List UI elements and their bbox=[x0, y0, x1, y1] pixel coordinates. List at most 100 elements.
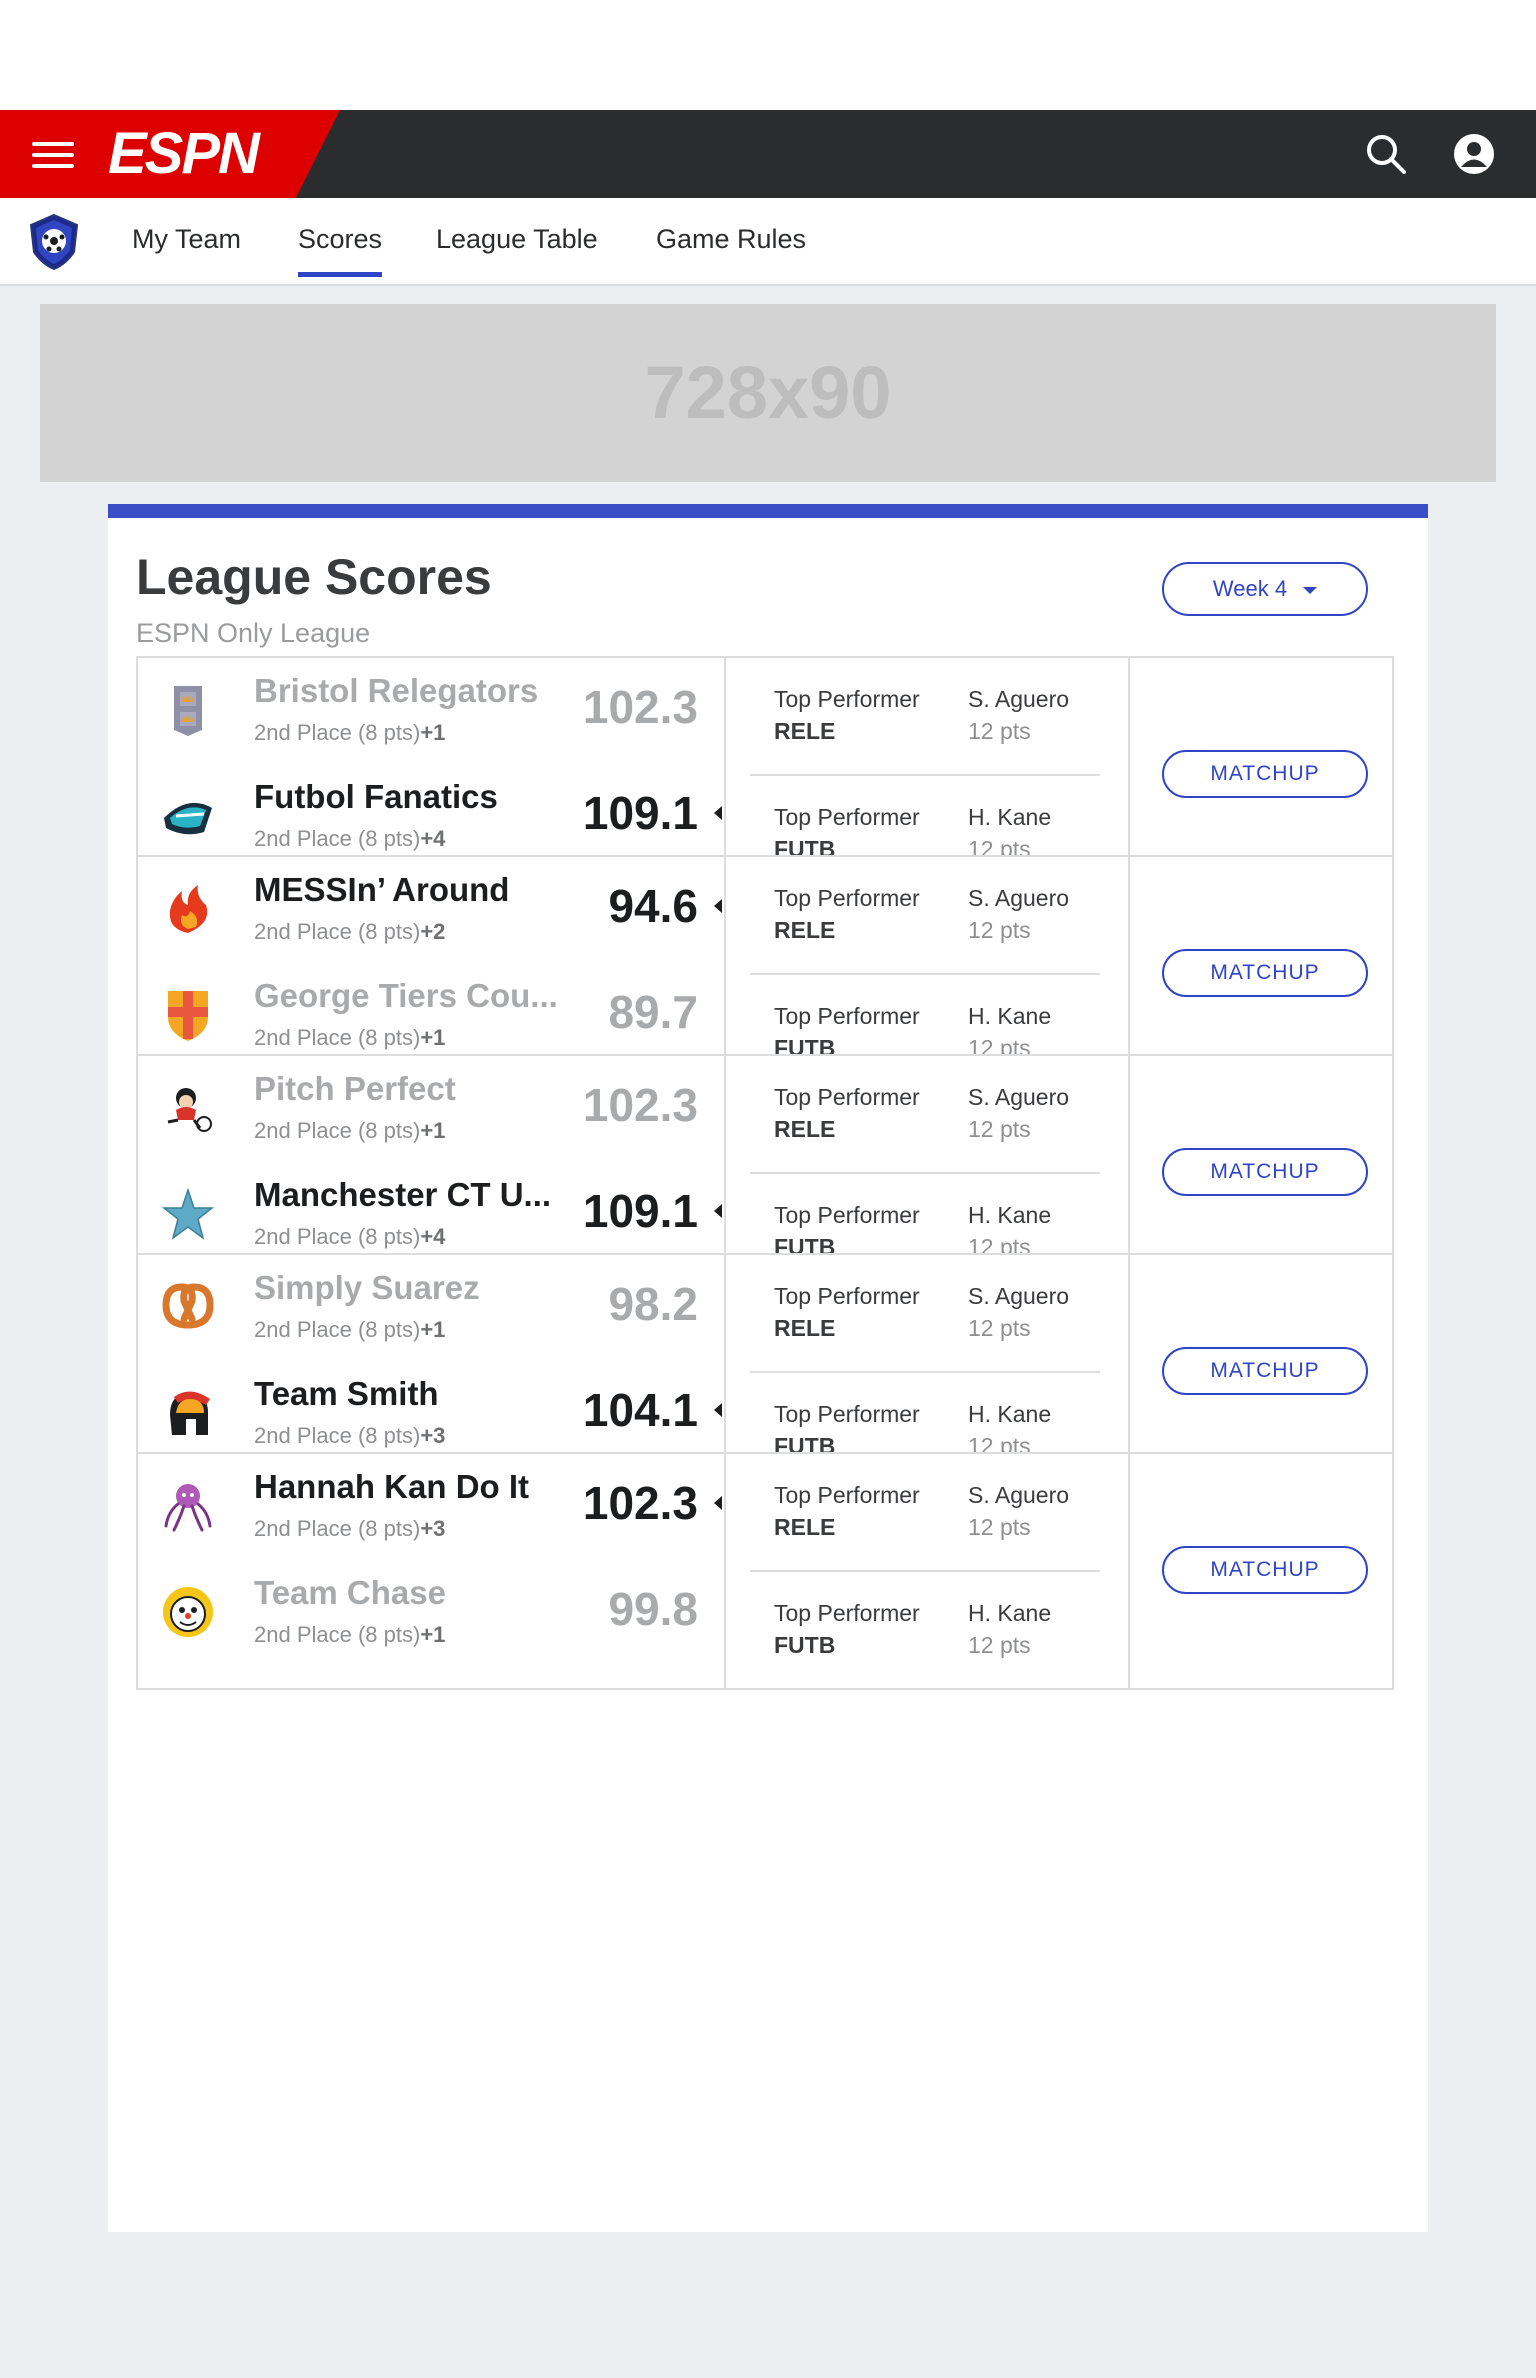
team-row[interactable]: Hannah Kan Do It 2nd Place (8 pts)+3 102… bbox=[138, 1454, 724, 1554]
week-selector[interactable]: Week 4 bbox=[1162, 562, 1368, 616]
shark-icon bbox=[160, 788, 216, 844]
winner-arrow-icon bbox=[714, 1496, 722, 1510]
tab-scores[interactable]: Scores bbox=[298, 224, 383, 277]
matchup-button[interactable]: MATCHUP bbox=[1162, 1546, 1368, 1594]
top-performer-label: Top Performer bbox=[774, 804, 920, 830]
cross-shield-icon bbox=[160, 987, 216, 1043]
team-delta: +1 bbox=[420, 1118, 446, 1143]
user-profile-icon[interactable] bbox=[1452, 132, 1496, 176]
star-icon bbox=[160, 1186, 216, 1242]
team-record: 2nd Place (8 pts)+1 bbox=[254, 720, 445, 746]
team-record: 2nd Place (8 pts)+3 bbox=[254, 1516, 445, 1542]
matchup-button[interactable]: MATCHUP bbox=[1162, 1148, 1368, 1196]
top-performer-team: RELE bbox=[774, 718, 836, 744]
team-record: 2nd Place (8 pts)+3 bbox=[254, 1423, 445, 1449]
team-name: MESSIn’ Around bbox=[254, 871, 510, 908]
top-performer-player[interactable]: H. Kane bbox=[968, 1202, 1051, 1229]
team-row[interactable]: MESSIn’ Around 2nd Place (8 pts)+2 94.6 bbox=[138, 857, 724, 957]
team-name: Team Chase bbox=[254, 1574, 446, 1611]
team-standing: 2nd Place (8 pts) bbox=[254, 1317, 421, 1342]
spartan-helmet-icon bbox=[160, 1385, 216, 1441]
tab-league-table[interactable]: League Table bbox=[436, 224, 598, 255]
team-score: 109.1 bbox=[582, 1185, 698, 1237]
top-performer-team: RELE bbox=[774, 1315, 836, 1341]
octopus-icon bbox=[160, 1478, 216, 1534]
tab-game-rules[interactable]: Game Rules bbox=[656, 224, 806, 255]
team-delta: +2 bbox=[420, 919, 446, 944]
winner-arrow-icon bbox=[714, 1403, 722, 1417]
cartoon-player-icon bbox=[160, 1080, 216, 1136]
team-delta: +1 bbox=[420, 1317, 446, 1342]
caret-down-icon bbox=[1303, 586, 1318, 594]
top-performer-player[interactable]: S. Aguero bbox=[968, 1084, 1069, 1111]
team-row[interactable]: Bristol Relegators 2nd Place (8 pts)+1 1… bbox=[138, 658, 724, 758]
week-label: Week 4 bbox=[1212, 576, 1288, 601]
team-standing: 2nd Place (8 pts) bbox=[254, 1423, 421, 1448]
team-name: Pitch Perfect bbox=[254, 1070, 456, 1107]
team-standing: 2nd Place (8 pts) bbox=[254, 720, 421, 745]
team-row[interactable]: Futbol Fanatics 2nd Place (8 pts)+4 109.… bbox=[138, 764, 724, 864]
team-score: 102.3 bbox=[582, 681, 698, 733]
league-subnav: My Team Scores League Table Game Rules bbox=[0, 198, 1536, 286]
team-score: 94.6 bbox=[608, 880, 698, 932]
team-name: Manchester CT U... bbox=[254, 1176, 552, 1213]
team-score: 99.8 bbox=[608, 1583, 698, 1635]
top-performer-label: Top Performer bbox=[774, 1202, 920, 1228]
top-performer-team: RELE bbox=[774, 1116, 836, 1142]
team-delta: +3 bbox=[420, 1423, 446, 1448]
team-row[interactable]: Pitch Perfect 2nd Place (8 pts)+1 102.3 bbox=[138, 1056, 724, 1156]
top-performer-label: Top Performer bbox=[774, 1084, 920, 1110]
team-row[interactable]: George Tiers Cou... 2nd Place (8 pts)+1 … bbox=[138, 963, 724, 1063]
top-performer: Top Performer RELE S. Aguero 12 pts bbox=[726, 658, 1128, 776]
team-record: 2nd Place (8 pts)+1 bbox=[254, 1317, 445, 1343]
team-score: 98.2 bbox=[608, 1278, 698, 1330]
team-delta: +1 bbox=[420, 1622, 446, 1647]
team-standing: 2nd Place (8 pts) bbox=[254, 826, 421, 851]
clown-face-icon bbox=[160, 1584, 216, 1640]
tab-my-team[interactable]: My Team bbox=[132, 224, 241, 255]
top-performer-team: RELE bbox=[774, 1514, 836, 1540]
hamburger-menu-icon[interactable] bbox=[32, 140, 74, 170]
top-performer-label: Top Performer bbox=[774, 885, 920, 911]
team-delta: +1 bbox=[420, 1025, 446, 1050]
top-performer-player[interactable]: S. Aguero bbox=[968, 885, 1069, 912]
top-performer-points: 12 pts bbox=[968, 1514, 1031, 1540]
matchup-button[interactable]: MATCHUP bbox=[1162, 949, 1368, 997]
matchup-card: Hannah Kan Do It 2nd Place (8 pts)+3 102… bbox=[136, 1452, 1394, 1690]
matchup-button[interactable]: MATCHUP bbox=[1162, 1347, 1368, 1395]
top-performer-player[interactable]: S. Aguero bbox=[968, 1283, 1069, 1310]
top-performer-player[interactable]: H. Kane bbox=[968, 1600, 1051, 1627]
top-performer-player[interactable]: S. Aguero bbox=[968, 686, 1069, 713]
team-standing: 2nd Place (8 pts) bbox=[254, 1622, 421, 1647]
top-performer-label: Top Performer bbox=[774, 1003, 920, 1029]
top-performer: Top Performer RELE S. Aguero 12 pts bbox=[726, 1454, 1128, 1572]
matchup-button[interactable]: MATCHUP bbox=[1162, 750, 1368, 798]
team-row[interactable]: Team Smith 2nd Place (8 pts)+3 104.1 bbox=[138, 1361, 724, 1461]
top-performer-player[interactable]: H. Kane bbox=[968, 804, 1051, 831]
top-performer: Top Performer FUTB H. Kane 12 pts bbox=[726, 1572, 1128, 1689]
team-record: 2nd Place (8 pts)+4 bbox=[254, 826, 445, 852]
team-standing: 2nd Place (8 pts) bbox=[254, 1516, 421, 1541]
team-standing: 2nd Place (8 pts) bbox=[254, 919, 421, 944]
pretzel-icon bbox=[160, 1279, 216, 1335]
top-performer-points: 12 pts bbox=[968, 1315, 1031, 1341]
winner-arrow-icon bbox=[714, 806, 722, 820]
search-icon[interactable] bbox=[1364, 132, 1408, 176]
team-name: Bristol Relegators bbox=[254, 672, 539, 709]
top-performer-player[interactable]: H. Kane bbox=[968, 1401, 1051, 1428]
team-row[interactable]: Simply Suarez 2nd Place (8 pts)+1 98.2 bbox=[138, 1255, 724, 1355]
top-performer-team: RELE bbox=[774, 917, 836, 943]
team-score: 109.1 bbox=[582, 787, 698, 839]
top-performer-player[interactable]: H. Kane bbox=[968, 1003, 1051, 1030]
team-row[interactable]: Team Chase 2nd Place (8 pts)+1 99.8 bbox=[138, 1560, 724, 1660]
top-performer: Top Performer RELE S. Aguero 12 pts bbox=[726, 857, 1128, 975]
winner-arrow-icon bbox=[714, 1204, 722, 1218]
team-row[interactable]: Manchester CT U... 2nd Place (8 pts)+4 1… bbox=[138, 1162, 724, 1262]
castle-shield-icon bbox=[160, 682, 216, 738]
top-performer-label: Top Performer bbox=[774, 1600, 920, 1626]
league-scores-panel: League Scores ESPN Only League Week 4 Br… bbox=[108, 504, 1428, 2232]
espn-logo[interactable]: ESPN bbox=[108, 125, 260, 183]
team-record: 2nd Place (8 pts)+1 bbox=[254, 1025, 445, 1051]
top-performer-player[interactable]: S. Aguero bbox=[968, 1482, 1069, 1509]
soccer-shield-icon[interactable] bbox=[24, 212, 84, 272]
